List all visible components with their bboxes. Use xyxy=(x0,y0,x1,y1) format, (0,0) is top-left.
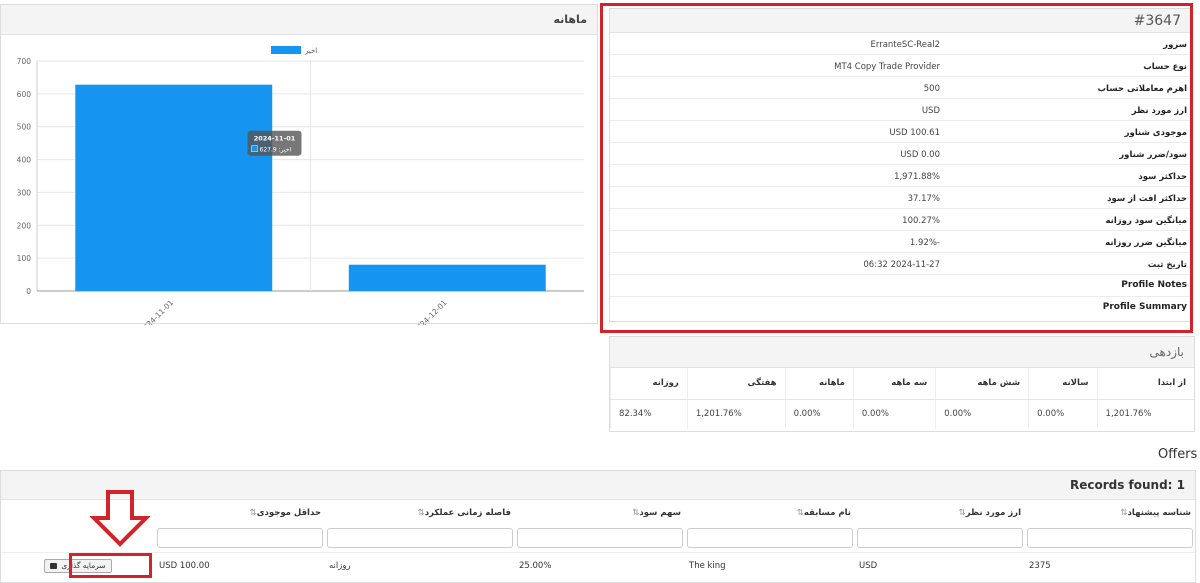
column-header-label: فاصله زمانی عملکرد xyxy=(424,507,511,518)
table-cell: USD xyxy=(855,551,1025,579)
performance-header: روزانه xyxy=(610,368,688,400)
y-tick-label: 100 xyxy=(17,254,32,263)
filter-cell xyxy=(855,525,1025,552)
down-arrow-icon xyxy=(90,490,150,547)
performance-header: سه ماهه xyxy=(852,368,936,400)
offers-header-row: شناسه پیشنهاد⇅ ارز مورد نظر⇅ نام مسابقه⇅ سه… xyxy=(1,500,1195,525)
sort-icon[interactable]: ⇅ xyxy=(418,508,425,518)
monthly-chart-panel: ماهانه 0 100 200 300 400 500 600 700 2024-11-01 2… xyxy=(0,4,598,325)
legend-swatch xyxy=(271,46,301,54)
performance-header: هفتگی xyxy=(686,368,786,400)
y-tick-label: 200 xyxy=(17,221,32,230)
y-tick-label: 700 xyxy=(17,57,32,66)
filter-cell xyxy=(685,525,855,552)
bar xyxy=(348,264,546,291)
column-filter-input[interactable] xyxy=(687,528,853,549)
column-filter-input[interactable] xyxy=(1027,528,1193,549)
performance-header: سالانه xyxy=(1028,368,1098,400)
performance-header: از ابتدا xyxy=(1096,368,1194,400)
legend-label: اخیر xyxy=(304,47,317,55)
offers-panel: Records found: 1 شناسه پیشنهاد⇅ ارز مورد … xyxy=(0,470,1196,583)
column-filter-input[interactable] xyxy=(517,528,683,549)
sort-icon[interactable]: ⇅ xyxy=(797,508,804,518)
column-header-label: شناسه پیشنهاد xyxy=(1127,507,1191,518)
table-cell: The king xyxy=(685,551,855,579)
table-cell: 25.00% xyxy=(515,551,685,579)
tooltip-title: 2024-11-01 xyxy=(254,135,296,143)
table-cell: 2375 xyxy=(1025,551,1195,579)
offers-column-header[interactable]: فاصله زمانی عملکرد⇅ xyxy=(325,500,515,525)
column-header-label: سهم سود xyxy=(639,507,681,518)
performance-value: 0.00% xyxy=(935,399,1029,429)
chart-panel-title: ماهانه xyxy=(1,5,597,35)
performance-header: ماهانه xyxy=(784,368,854,400)
offers-column-header[interactable]: حداقل موجودی⇅ xyxy=(155,500,325,525)
table-row: 2375 USD The king 25.00% روزانه USD 100.00 سرم… xyxy=(1,551,1195,579)
performance-value: 1,201.76% xyxy=(686,399,786,429)
offers-filter-row xyxy=(1,525,1195,552)
performance-value: 0.00% xyxy=(784,399,854,429)
column-header-label: ارز مورد نظر xyxy=(965,507,1021,518)
x-tick-label: 2024-12-01 xyxy=(411,298,448,325)
performance-header-row: از ابتدا سالانه شش ماهه سه ماهه ماهانه هفتگی ر… xyxy=(610,368,1194,400)
performance-value: 0.00% xyxy=(1028,399,1098,429)
offers-column-header[interactable]: سهم سود⇅ xyxy=(515,500,685,525)
column-filter-input[interactable] xyxy=(857,528,1023,549)
performance-value: 1,201.76% xyxy=(1096,399,1194,429)
highlight-frame-button xyxy=(69,553,152,578)
y-tick-label: 500 xyxy=(17,123,32,132)
y-tick-label: 0 xyxy=(26,287,31,296)
performance-title: بازدهی xyxy=(610,337,1194,368)
y-tick-label: 400 xyxy=(17,156,32,165)
records-found: Records found: 1 xyxy=(1,471,1195,500)
column-header-label: حداقل موجودی xyxy=(256,507,321,518)
performance-table: از ابتدا سالانه شش ماهه سه ماهه ماهانه هفتگی ر… xyxy=(610,368,1194,429)
offers-column-header[interactable]: نام مسابقه⇅ xyxy=(685,500,855,525)
column-filter-input[interactable] xyxy=(327,528,513,549)
column-filter-input[interactable] xyxy=(157,528,323,549)
y-tick-label: 600 xyxy=(17,90,32,99)
offers-column-header[interactable]: ارز مورد نظر⇅ xyxy=(855,500,1025,525)
highlight-frame xyxy=(600,3,1193,333)
performance-header: شش ماهه xyxy=(935,368,1029,400)
table-cell: روزانه xyxy=(325,551,515,579)
filter-cell xyxy=(155,525,325,552)
performance-values-row: 1,201.76% 0.00% 0.00% 0.00% 0.00% 1,201.76% 82… xyxy=(610,399,1194,429)
bar xyxy=(75,84,273,291)
y-tick-label: 300 xyxy=(17,188,32,197)
performance-value: 0.00% xyxy=(852,399,936,429)
column-header-label: نام مسابقه xyxy=(803,507,851,518)
sort-icon[interactable]: ⇅ xyxy=(959,508,966,518)
offers-table: شناسه پیشنهاد⇅ ارز مورد نظر⇅ نام مسابقه⇅ سه… xyxy=(1,500,1195,579)
table-cell: USD 100.00 xyxy=(155,551,325,579)
sort-icon[interactable]: ⇅ xyxy=(250,508,257,518)
tooltip-swatch xyxy=(251,145,258,152)
tooltip-value: اخیر: 627.9 xyxy=(260,147,292,154)
filter-cell xyxy=(325,525,515,552)
sort-icon[interactable]: ⇅ xyxy=(1120,508,1127,518)
x-tick-label: 2024-11-01 xyxy=(138,298,175,325)
performance-value: 82.34% xyxy=(610,399,688,429)
wallet-icon xyxy=(50,562,58,569)
performance-panel: بازدهی از ابتدا سالانه شش ماهه سه ماهه ماهان… xyxy=(609,336,1195,432)
filter-cell xyxy=(515,525,685,552)
monthly-chart: 0 100 200 300 400 500 600 700 2024-11-01 2024-12-… xyxy=(17,46,584,325)
filter-cell xyxy=(1025,525,1195,552)
offers-column-header[interactable]: شناسه پیشنهاد⇅ xyxy=(1025,500,1195,525)
offers-title: Offers xyxy=(1158,447,1198,462)
